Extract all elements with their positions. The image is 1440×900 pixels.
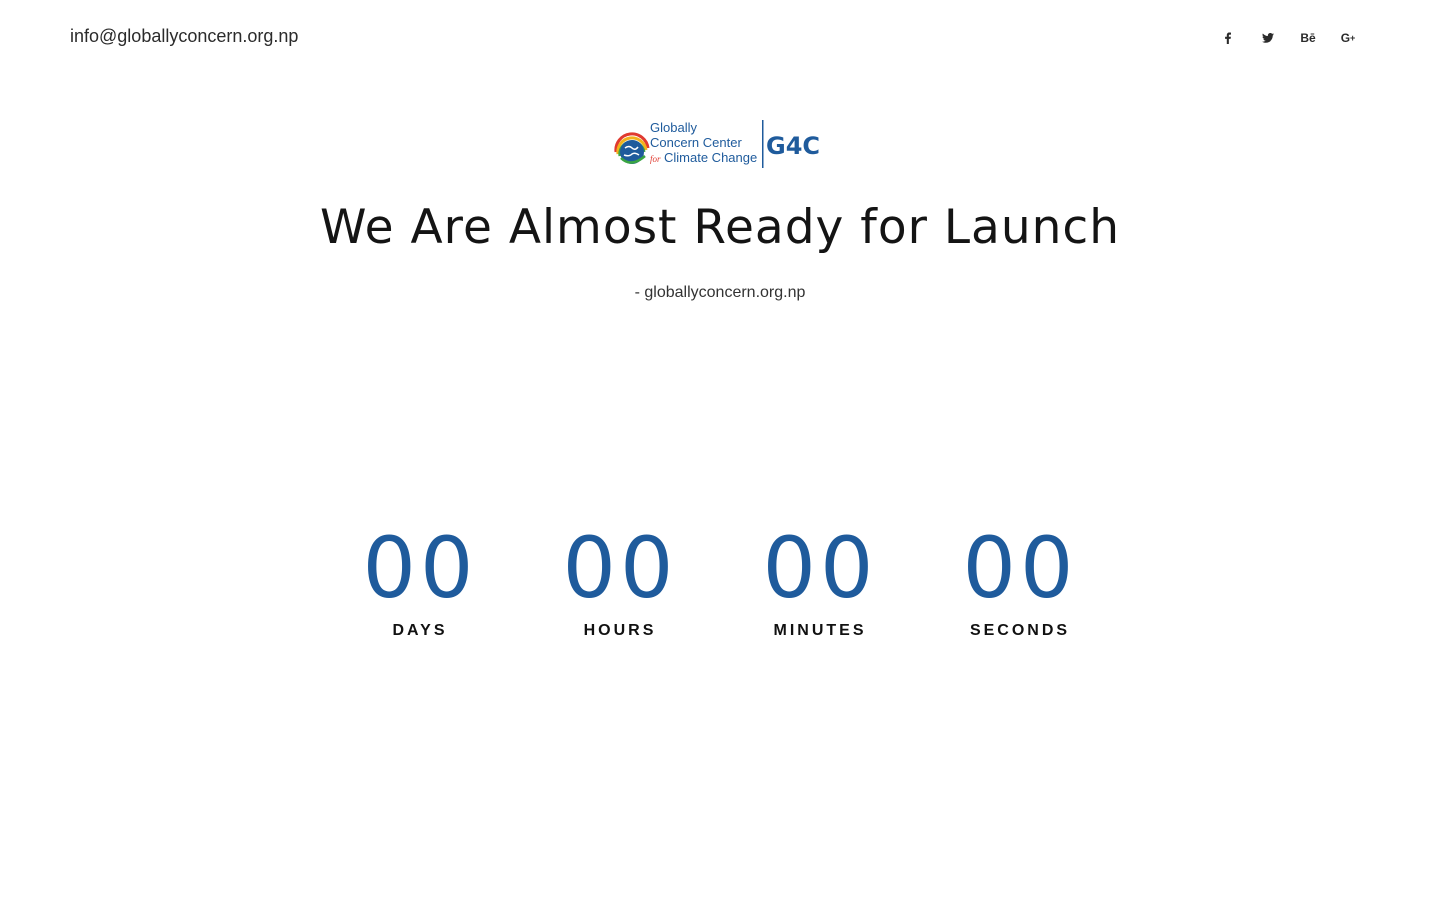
site-logo[interactable]: Globally Concern Center for Climate Chan… [612,118,830,170]
facebook-icon[interactable] [1208,26,1248,50]
hours-value: 00 [562,519,678,617]
tagline: - globallyconcern.org.np [634,284,806,301]
days-value: 00 [362,519,478,617]
seconds-label: SECONDS [969,622,1071,639]
days-label: DAYS [392,622,448,639]
twitter-icon[interactable] [1248,26,1288,50]
logo-mark: G4C [766,132,820,160]
behance-icon[interactable]: Bē [1288,26,1328,50]
countdown-days: 00 DAYS [320,518,520,640]
minutes-label: MINUTES [773,622,867,639]
google-plus-icon[interactable]: G + [1328,26,1368,50]
minutes-value: 00 [762,519,878,617]
countdown-seconds: 00 SECONDS [920,518,1120,640]
countdown-minutes: 00 MINUTES [720,518,920,640]
countdown-timer: 00 DAYS 00 HOURS 00 MINUTES 00 SECONDS [320,518,1120,640]
top-bar: info@globallyconcern.org.np Bē G + [0,0,1440,76]
logo-line3: Climate Change [664,150,757,165]
logo-line1: Globally [650,120,697,135]
globally-concern-logo-icon: Globally Concern Center for Climate Chan… [614,120,820,168]
email-link[interactable]: info@globallyconcern.org.np [70,26,298,47]
coming-soon-page: info@globallyconcern.org.np Bē G + Global… [0,0,1440,900]
hours-label: HOURS [583,622,657,639]
logo-for: for [650,154,661,164]
countdown-hours: 00 HOURS [520,518,720,640]
seconds-value: 00 [962,519,1078,617]
social-links: Bē G + [1208,26,1368,50]
page-headline: We Are Almost Ready for Launch [319,200,1121,255]
logo-line2: Concern Center [650,135,742,150]
